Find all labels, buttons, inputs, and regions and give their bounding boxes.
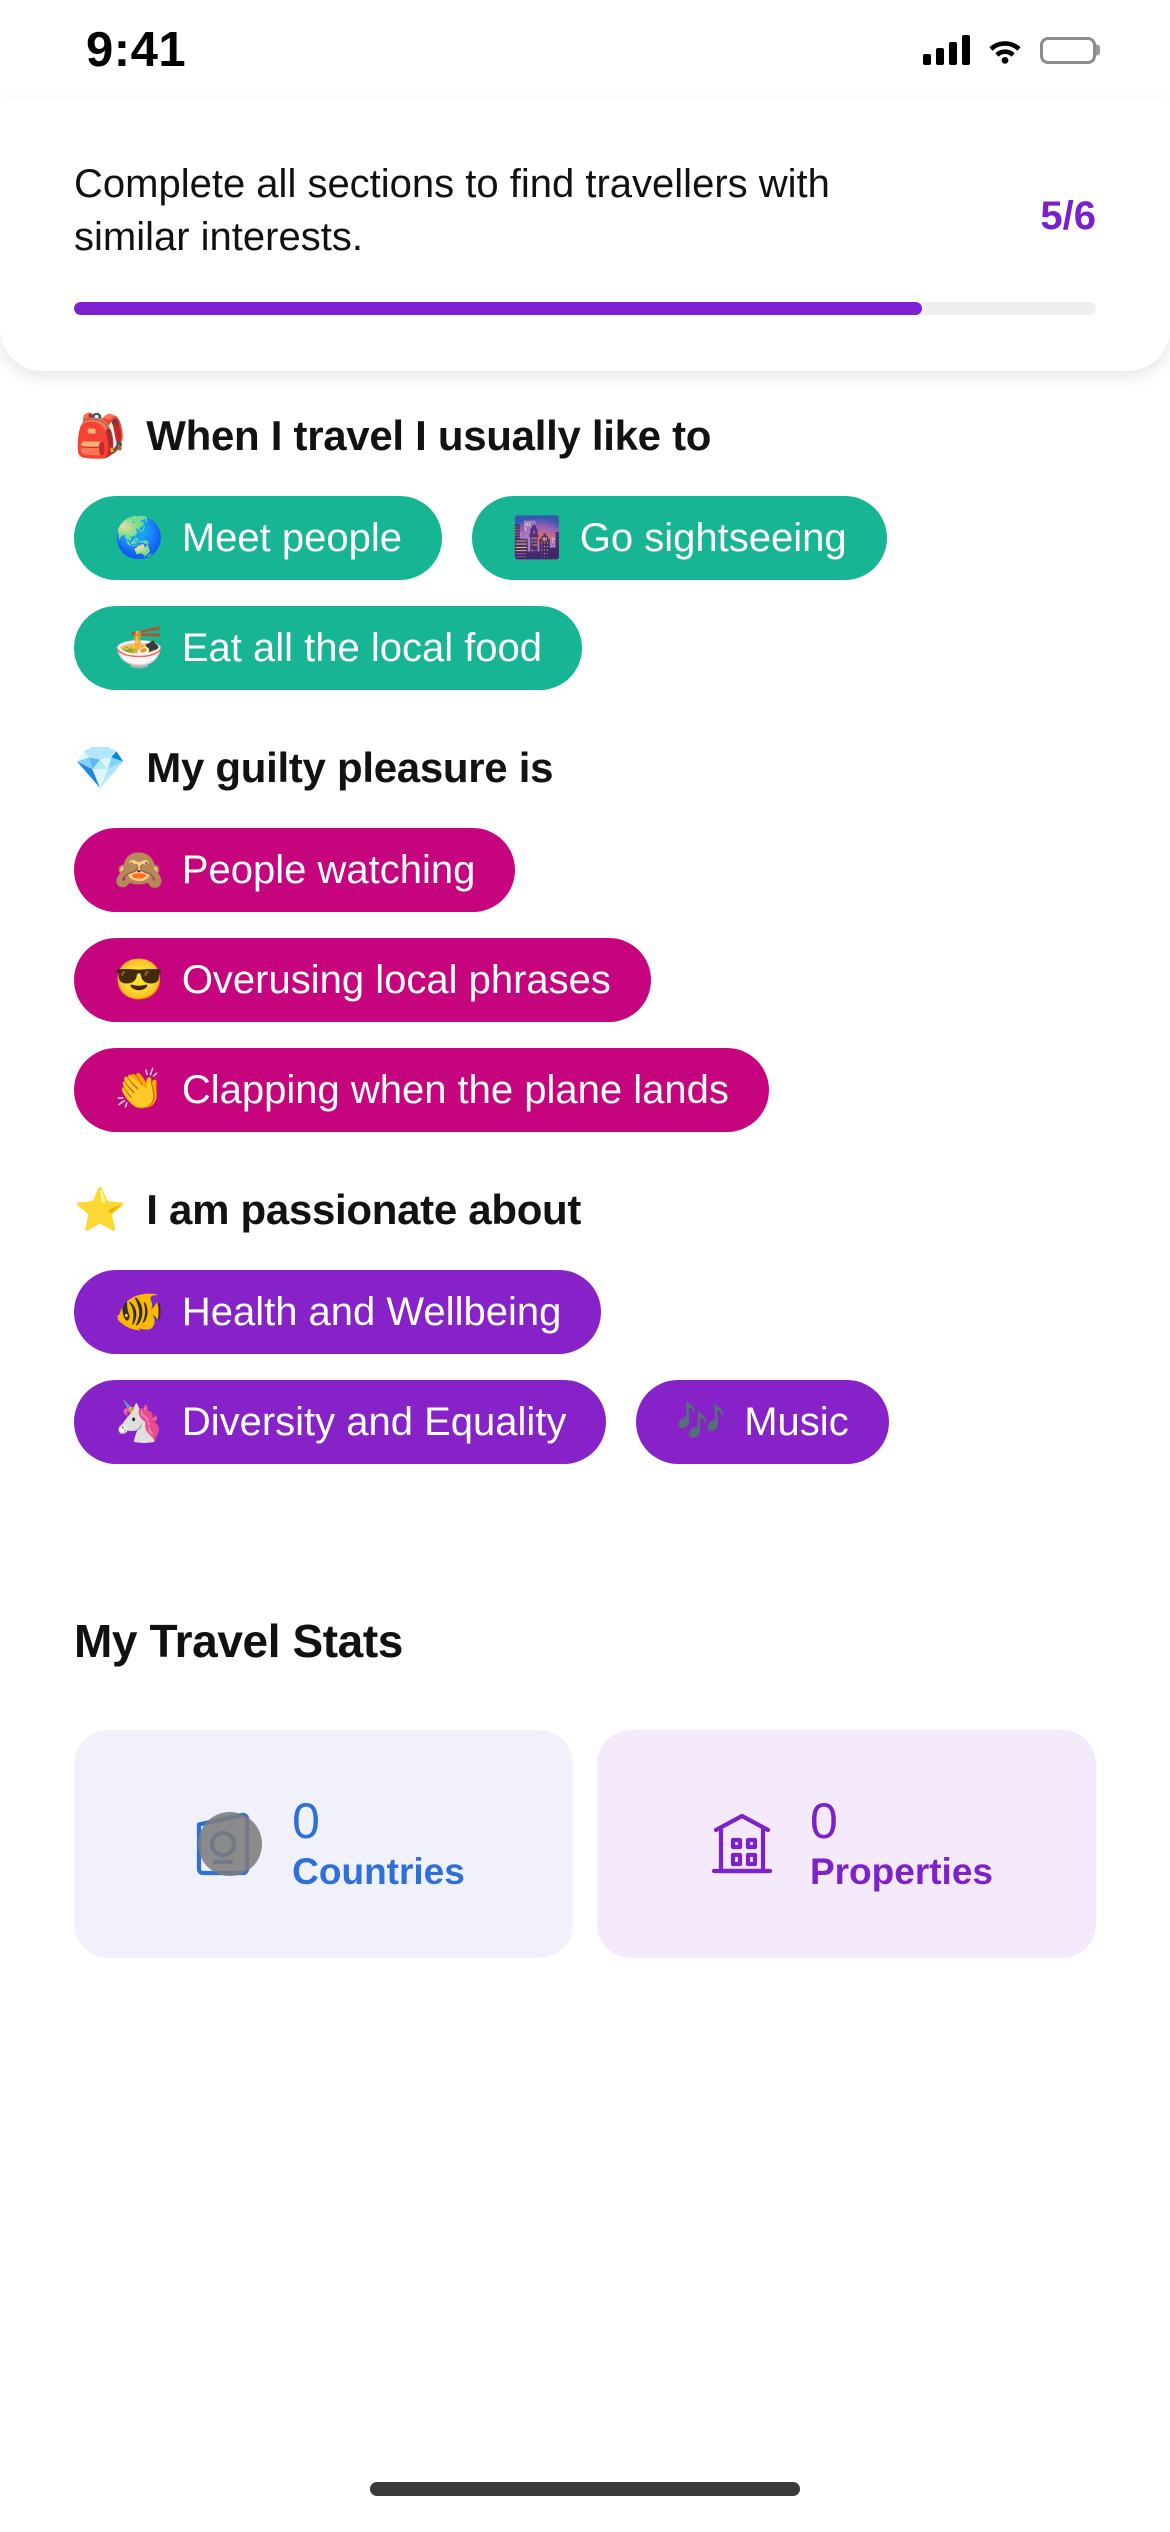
interest-chip-label: Music (744, 1400, 849, 1444)
interest-section: ⭐ I am passionate about 🐠 Health and Wellbe… (0, 1186, 1170, 1464)
interest-chip[interactable]: 🌏 Meet people (74, 496, 442, 580)
travel-stats-row: 0 Countries 0 Properties (74, 1730, 1096, 1958)
travel-stats-section: My Travel Stats 0 Countries 0 Properties (0, 1614, 1170, 1958)
travel-stat-value: 0 (292, 1792, 320, 1849)
backpack-emoji: 🎒 (74, 412, 127, 459)
interest-chip[interactable]: 🙈 People watching (74, 828, 516, 912)
chip-group: 🐠 Health and Wellbeing 🦄 Diversity and Equa… (74, 1270, 1096, 1464)
star-emoji: ⭐ (74, 1186, 127, 1233)
see-no-evil-monkey-emoji: 🙈 (114, 848, 164, 892)
interest-section: 💎 My guilty pleasure is 🙈 People watching 😎 O… (0, 744, 1170, 1132)
clapping-hands-emoji: 👏 (114, 1068, 164, 1112)
home-indicator[interactable] (370, 2482, 800, 2496)
steaming-bowl-emoji: 🍜 (114, 626, 164, 670)
status-bar: 9:41 (0, 0, 1170, 100)
interest-chip-label: Clapping when the plane lands (181, 1068, 729, 1112)
globe-asia-emoji: 🌏 (114, 516, 164, 560)
travel-stat-card[interactable]: 0 Countries (74, 1730, 573, 1958)
interest-chip[interactable]: 😎 Overusing local phrases (74, 938, 651, 1022)
interest-chip-label: Meet people (181, 516, 402, 560)
interest-chip-label: Diversity and Equality (181, 1400, 567, 1444)
interest-chip-label: Health and Wellbeing (181, 1290, 562, 1334)
travel-stat-card[interactable]: 0 Properties (597, 1730, 1096, 1958)
unicorn-emoji: 🦄 (114, 1400, 164, 1444)
section-header: 💎 My guilty pleasure is (74, 744, 1096, 792)
chip-group: 🌏 Meet people 🌆 Go sightseeing 🍜 Eat all the … (74, 496, 1096, 690)
progress-header-card: Complete all sections to find travellers… (0, 100, 1170, 371)
tropical-fish-emoji: 🐠 (114, 1290, 164, 1334)
section-title: My guilty pleasure is (146, 744, 554, 791)
status-bar-indicators (923, 35, 1100, 65)
interest-chip[interactable]: 🦄 Diversity and Equality (74, 1380, 607, 1464)
progress-count-badge: 5/6 (1040, 194, 1096, 238)
progress-bar-fill (74, 301, 923, 315)
section-header: ⭐ I am passionate about (74, 1186, 1096, 1234)
travel-stat-label: Countries (292, 1850, 465, 1892)
progress-header-row: Complete all sections to find travellers… (74, 158, 1096, 264)
wifi-icon (986, 36, 1024, 64)
musical-notes-emoji: 🎶 (676, 1400, 727, 1444)
status-bar-time: 9:41 (86, 23, 187, 77)
interest-chip-label: Eat all the local food (181, 626, 543, 670)
phone-screen: 9:41 Complete all sections to find trave… (0, 0, 1170, 2532)
travel-stat-label: Properties (809, 1850, 993, 1892)
travel-stats-title: My Travel Stats (74, 1615, 403, 1667)
passport-icon (182, 1802, 266, 1886)
interest-chip[interactable]: 🍜 Eat all the local food (74, 606, 583, 690)
interest-chip-label: Overusing local phrases (181, 958, 611, 1002)
battery-full-icon (1040, 36, 1100, 64)
travel-stat-meta: 0 Countries (292, 1796, 465, 1893)
interest-chip-label: People watching (181, 848, 476, 892)
chip-group: 🙈 People watching 😎 Overusing local phrases… (74, 828, 1096, 1132)
interest-section: 🎒 When I travel I usually like to 🌏 Meet pe… (0, 412, 1170, 690)
interest-chip-label: Go sightseeing (579, 516, 847, 560)
interest-chip[interactable]: 🐠 Health and Wellbeing (74, 1270, 602, 1354)
travel-stat-meta: 0 Properties (810, 1796, 993, 1893)
progress-bar-track (74, 301, 1096, 315)
interest-chip[interactable]: 🌆 Go sightseeing (471, 496, 887, 580)
cityscape-dusk-emoji: 🌆 (511, 516, 562, 560)
gem-stone-emoji: 💎 (74, 744, 127, 791)
cellular-bars-icon (923, 35, 970, 65)
section-title: I am passionate about (146, 1186, 582, 1233)
section-header: 🎒 When I travel I usually like to (74, 412, 1096, 460)
progress-message: Complete all sections to find travellers… (74, 162, 830, 259)
smiling-face-sunglasses-emoji: 😎 (114, 958, 164, 1002)
property-house-icon (700, 1802, 784, 1886)
interest-chip[interactable]: 🎶 Music (636, 1380, 889, 1464)
interest-chip[interactable]: 👏 Clapping when the plane lands (74, 1048, 769, 1132)
profile-interests-content[interactable]: 🎒 When I travel I usually like to 🌏 Meet pe… (0, 352, 1170, 1958)
travel-stat-value: 0 (809, 1792, 838, 1849)
section-title: When I travel I usually like to (146, 412, 712, 459)
